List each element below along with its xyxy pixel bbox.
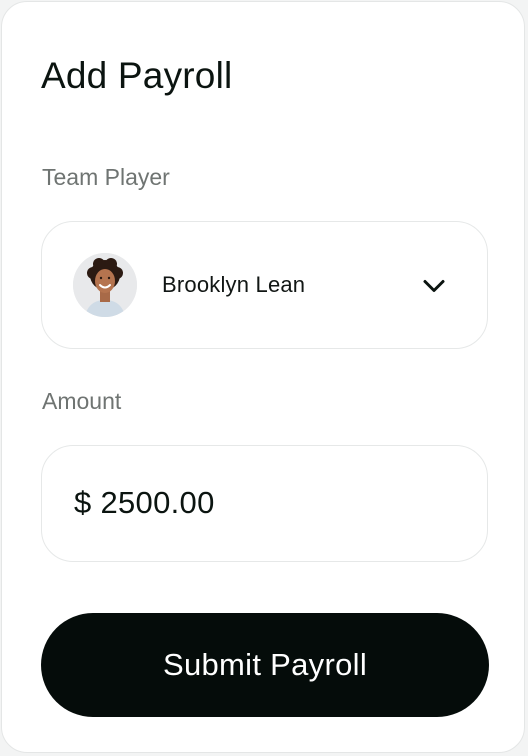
team-player-label: Team Player: [42, 164, 170, 190]
amount-field-box[interactable]: [41, 445, 488, 562]
selected-player-name: Brooklyn Lean: [162, 272, 306, 297]
person-avatar-icon: [73, 253, 137, 317]
submit-payroll-button[interactable]: Submit Payroll: [41, 613, 489, 717]
chevron-down-icon[interactable]: [421, 273, 447, 299]
add-payroll-card: Add Payroll Team Player Brooklyn Lean Am…: [1, 1, 525, 753]
team-player-select[interactable]: Brooklyn Lean: [41, 221, 488, 349]
page-title: Add Payroll: [41, 55, 233, 96]
amount-input[interactable]: [74, 476, 454, 530]
avatar: [73, 253, 137, 317]
amount-label: Amount: [42, 388, 122, 414]
